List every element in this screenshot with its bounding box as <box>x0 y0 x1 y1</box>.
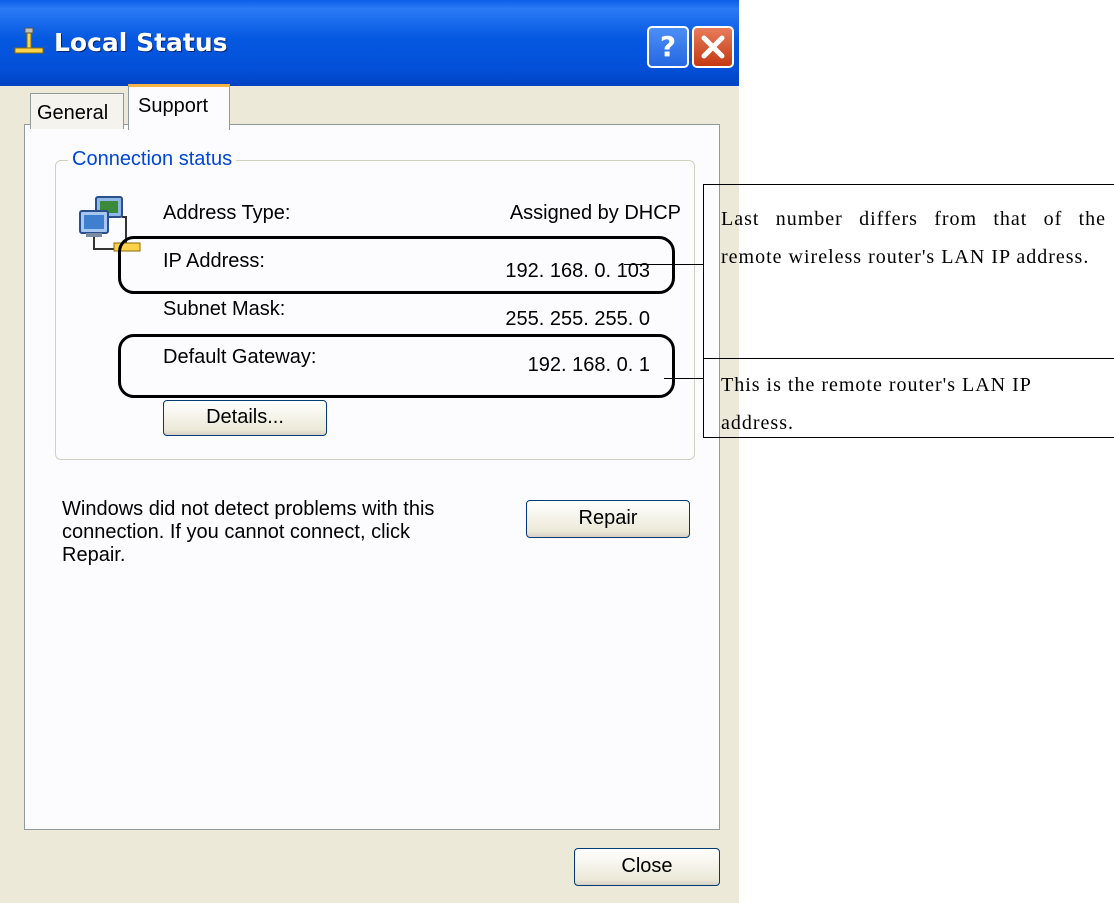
default-gateway-highlight <box>118 334 675 398</box>
gateway-callout-leader <box>664 378 703 379</box>
details-button[interactable]: Details... <box>163 400 327 436</box>
close-button[interactable]: Close <box>574 848 720 886</box>
tab-support[interactable]: Support <box>128 84 230 130</box>
subnet-mask-label: Subnet Mask: <box>163 298 286 320</box>
subnet-mask-value: 255. 255. 255. 0 <box>505 308 650 330</box>
ip-address-highlight <box>118 236 675 294</box>
address-type-label: Address Type: <box>163 202 291 224</box>
local-status-window: Local Status ? General Support Connectio… <box>0 0 739 903</box>
tab-general[interactable]: General <box>30 93 124 129</box>
window-close-button[interactable] <box>692 26 734 68</box>
address-type-value: Assigned by DHCP <box>509 202 681 224</box>
connection-status-label: Connection status <box>68 148 237 171</box>
gateway-callout: This is the remote router's LAN IP addre… <box>703 358 1114 438</box>
title-bar[interactable]: Local Status ? <box>0 0 739 86</box>
repair-button[interactable]: Repair <box>526 500 690 538</box>
window-title: Local Status <box>54 28 228 57</box>
close-icon <box>701 35 725 59</box>
ip-address-callout: Last number differs from that of the rem… <box>703 184 1114 358</box>
repair-message: Windows did not detect problems with thi… <box>62 498 435 566</box>
gateway-callout-bottom-border <box>703 437 1114 438</box>
network-connection-icon <box>14 27 44 54</box>
ip-callout-leader <box>624 264 703 265</box>
help-button[interactable]: ? <box>647 26 689 68</box>
